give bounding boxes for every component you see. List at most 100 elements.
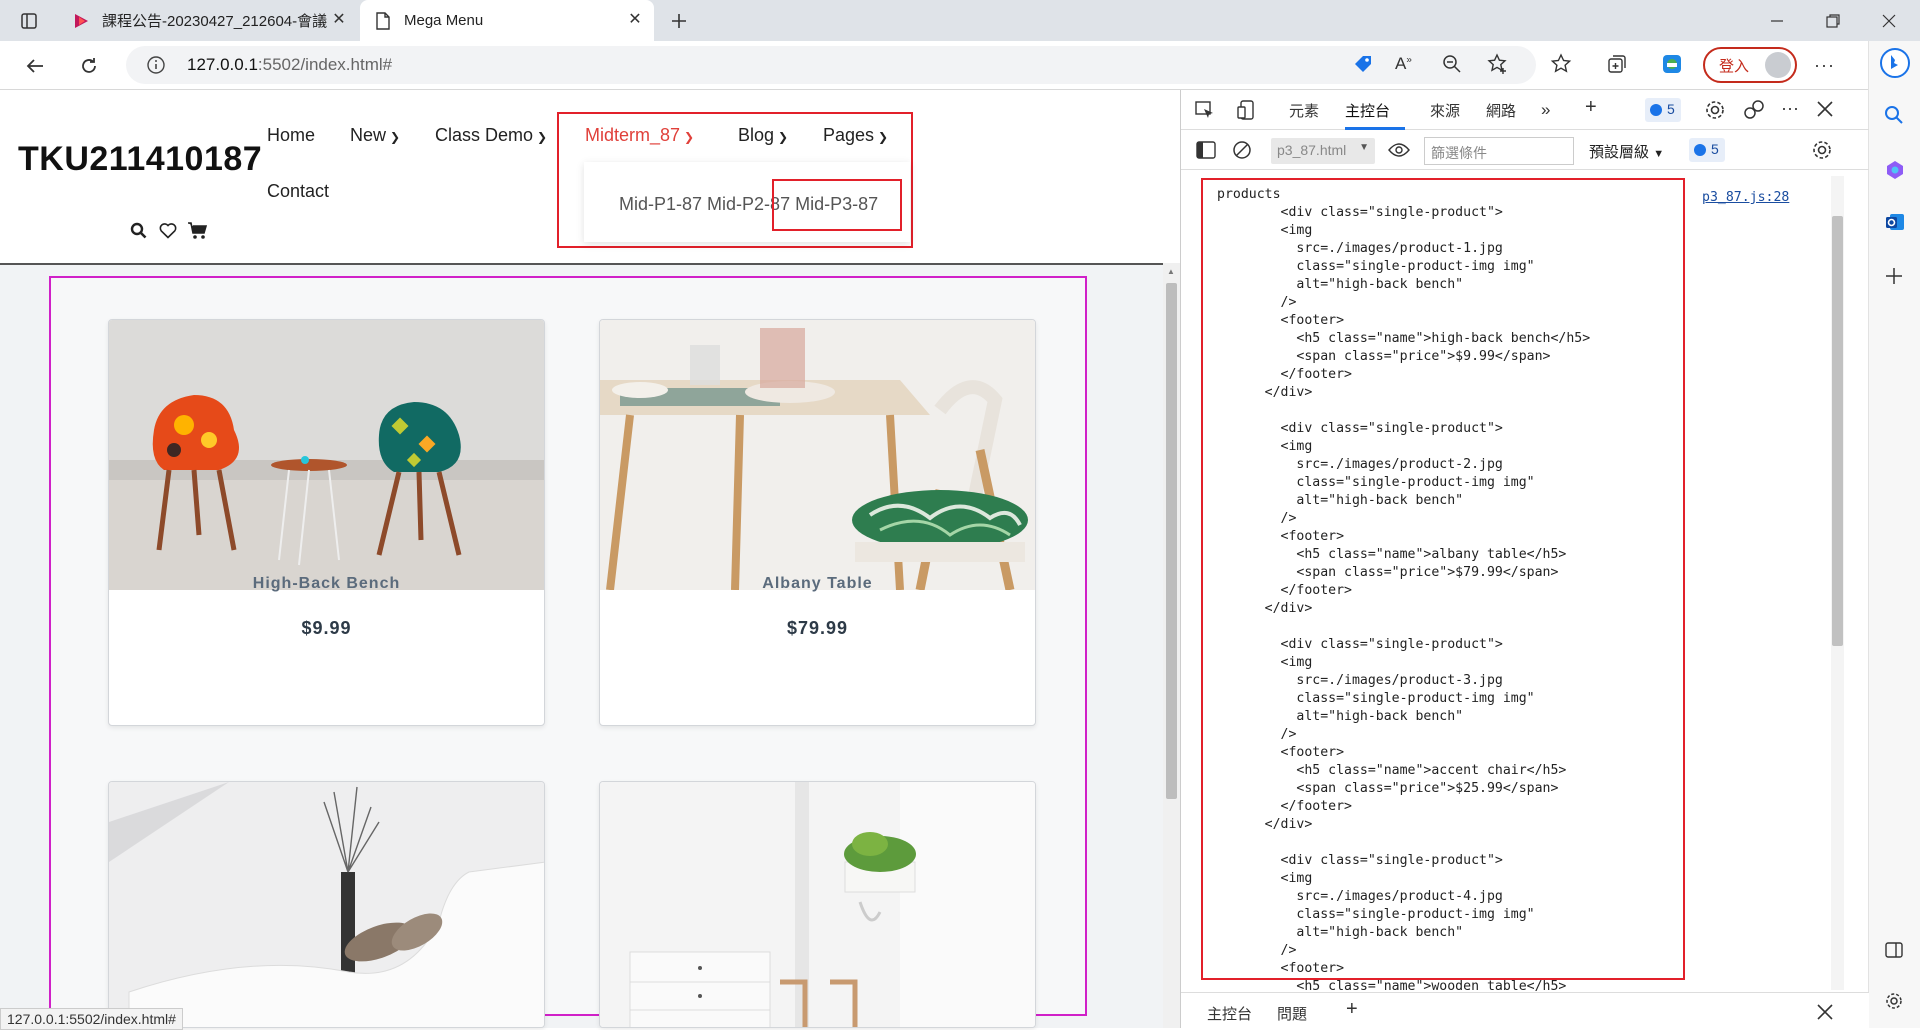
product-image[interactable] (109, 320, 544, 590)
cart-icon[interactable] (188, 222, 208, 240)
page-scrollbar[interactable]: ▲ (1163, 263, 1180, 1028)
console-issues-badge[interactable]: 5 (1689, 138, 1725, 162)
site-brand[interactable]: TKU211410187 (18, 140, 262, 179)
info-icon[interactable] (146, 55, 166, 75)
device-emulation-icon[interactable] (1237, 100, 1257, 120)
search-icon[interactable] (130, 222, 147, 239)
search-icon[interactable] (1884, 105, 1904, 125)
scrollbar-thumb[interactable] (1166, 283, 1177, 799)
sidebar-settings-icon[interactable] (1884, 991, 1904, 1011)
page-icon (374, 11, 392, 30)
product-image[interactable] (600, 320, 1035, 590)
edge-sidebar (1868, 41, 1920, 1028)
customize-icon[interactable] (1743, 99, 1765, 121)
scroll-up-icon[interactable]: ▲ (1167, 267, 1175, 276)
product-card[interactable] (108, 781, 545, 1028)
console-issues-count: 5 (1711, 141, 1719, 157)
hide-sidebar-icon[interactable] (1885, 941, 1903, 959)
heart-icon[interactable] (159, 222, 177, 239)
outlook-icon[interactable] (1884, 211, 1906, 233)
collections-icon[interactable] (1606, 53, 1628, 75)
more-tabs-icon[interactable]: » (1541, 100, 1550, 120)
live-expression-eye-icon[interactable] (1388, 142, 1410, 158)
clear-console-icon[interactable] (1232, 140, 1252, 160)
new-tab-icon[interactable] (664, 6, 694, 36)
issues-badge[interactable]: 5 (1645, 98, 1681, 122)
drawer-tab-console[interactable]: 主控台 (1207, 1003, 1252, 1024)
tab-mega-menu[interactable]: Mega Menu ✕ (360, 0, 654, 41)
close-drawer-icon[interactable] (1817, 1004, 1833, 1020)
refresh-icon[interactable] (74, 51, 104, 81)
product-card[interactable]: High-Back Bench $9.99 (108, 319, 545, 726)
console-filter-input[interactable]: 篩選條件 (1424, 137, 1574, 165)
product-image[interactable] (600, 782, 1035, 1027)
toggle-sidebar-icon[interactable] (1196, 140, 1216, 160)
shopping-tag-icon[interactable] (1352, 53, 1374, 75)
dropdown-arrow-icon: ▼ (1653, 148, 1665, 160)
restore-icon[interactable] (1818, 6, 1848, 36)
mega-link-p1[interactable]: Mid-P1-87 (619, 194, 702, 214)
devtools-more-icon[interactable]: ··· (1781, 98, 1799, 119)
log-levels-label: 預設層級 (1589, 144, 1650, 161)
devtools-drawer-bar: 主控台 問題 + (1181, 992, 1869, 1028)
console-settings-gear-icon[interactable] (1811, 139, 1833, 161)
devtools-tab-sources[interactable]: 來源 (1430, 100, 1460, 121)
login-label: 登入 (1719, 57, 1750, 75)
back-icon[interactable] (20, 51, 50, 81)
nav-midterm-label: Midterm_87 (585, 125, 681, 145)
nav-home[interactable]: Home (267, 125, 315, 146)
devtools-tab-console[interactable]: 主控台 (1345, 100, 1390, 121)
product-image[interactable] (109, 782, 544, 1027)
nav-home-label: Home (267, 125, 316, 145)
browser-tab-bar: 課程公告-20230427_212604-會議 ✕ Mega Menu ✕ (0, 0, 1920, 41)
status-bar-url: 127.0.0.1:5502/index.html# (0, 1008, 183, 1030)
product-name: High-Back Bench (252, 575, 401, 592)
message-icon (1694, 144, 1706, 156)
settings-gear-icon[interactable] (1704, 99, 1726, 121)
zoom-out-icon[interactable] (1442, 54, 1462, 74)
read-aloud-icon[interactable]: A» (1395, 54, 1412, 74)
devtools-tab-elements[interactable]: 元素 (1289, 100, 1319, 121)
edge-browser-icon[interactable] (1661, 53, 1683, 75)
minimize-icon[interactable] (1762, 6, 1792, 36)
tab-course-announcement[interactable]: 課程公告-20230427_212604-會議 ✕ (58, 0, 358, 41)
devtools-tab-network[interactable]: 網路 (1486, 100, 1516, 121)
nav-new[interactable]: New ❯ (350, 125, 400, 146)
tab-title: 課程公告-20230427_212604-會議 (102, 13, 328, 30)
chevron-down-icon: ❯ (537, 130, 548, 144)
nav-pages[interactable]: Pages ❯ (823, 125, 888, 146)
drawer-tab-issues[interactable]: 問題 (1277, 1003, 1307, 1024)
nav-class-demo[interactable]: Class Demo ❯ (435, 125, 547, 146)
product-price: $9.99 (301, 618, 352, 638)
log-levels-dropdown[interactable]: 預設層級 ▼ (1589, 141, 1664, 162)
product-card[interactable] (599, 781, 1036, 1028)
add-sidebar-app-icon[interactable] (1885, 267, 1903, 285)
console-scrollbar[interactable] (1831, 176, 1844, 990)
product-card[interactable]: Albany Table $79.99 (599, 319, 1036, 726)
nav-blog[interactable]: Blog ❯ (738, 125, 788, 146)
copilot-icon[interactable] (1884, 159, 1906, 181)
favorites-icon[interactable] (1550, 53, 1572, 75)
devtools-tab-bar: 元素 主控台 來源 網路 » + 5 ··· (1181, 90, 1869, 130)
more-menu-icon[interactable]: ··· (1814, 55, 1835, 76)
inspect-element-icon[interactable] (1195, 100, 1215, 120)
close-devtools-icon[interactable] (1817, 101, 1833, 117)
favorite-add-icon[interactable] (1487, 53, 1509, 75)
tab-actions-icon[interactable] (14, 6, 44, 36)
drawer-add-icon[interactable]: + (1346, 998, 1358, 1021)
scrollbar-thumb[interactable] (1832, 216, 1843, 646)
context-select[interactable]: p3_87.html ▼ (1271, 138, 1375, 164)
window-close-icon[interactable] (1874, 6, 1904, 36)
avatar (1765, 52, 1791, 78)
chevron-down-icon: ❯ (390, 130, 401, 144)
console-log-message[interactable]: products <div class="single-product"> <i… (1217, 186, 1590, 996)
close-icon[interactable]: ✕ (626, 11, 644, 29)
close-icon[interactable]: ✕ (330, 11, 348, 29)
source-link[interactable]: p3_87.js:28 (1702, 190, 1789, 205)
add-tool-icon[interactable]: + (1585, 96, 1597, 119)
nav-contact[interactable]: Contact (267, 181, 329, 202)
bing-chat-icon[interactable] (1879, 47, 1911, 79)
profile-login-button[interactable]: 登入 (1703, 47, 1797, 83)
nav-new-label: New (350, 125, 387, 145)
nav-midterm[interactable]: Midterm_87 ❯ (585, 125, 694, 146)
